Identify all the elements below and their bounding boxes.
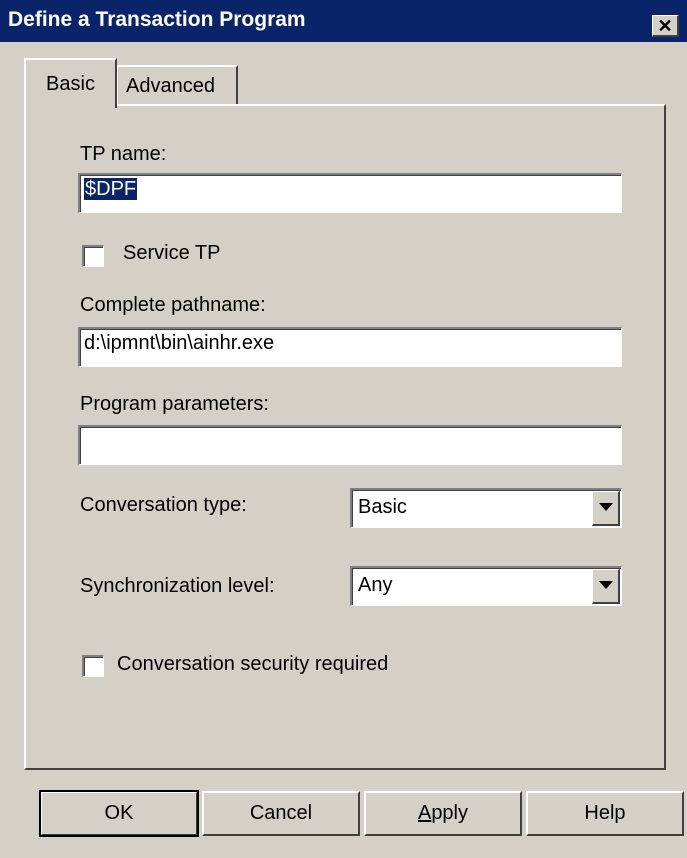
cancel-button[interactable]: Cancel xyxy=(202,791,360,836)
pathname-label: Complete pathname: xyxy=(80,294,266,316)
apply-button[interactable]: Apply xyxy=(364,791,522,836)
conversation-type-value: Basic xyxy=(358,496,407,518)
help-button[interactable]: Help xyxy=(526,791,684,836)
sync-level-select[interactable]: Any xyxy=(350,566,622,606)
service-tp-label[interactable]: Service TP xyxy=(123,242,220,265)
sync-level-value: Any xyxy=(358,574,393,596)
chevron-down-icon xyxy=(599,503,613,511)
conversation-type-label: Conversation type: xyxy=(80,494,247,516)
ok-button-label: OK xyxy=(104,802,134,824)
cancel-button-label: Cancel xyxy=(249,802,313,824)
sync-level-label: Synchronization level: xyxy=(80,575,275,597)
parameters-input[interactable] xyxy=(78,425,622,465)
parameters-label: Program parameters: xyxy=(80,393,269,415)
tab-basic-label: Basic xyxy=(46,72,95,95)
pathname-value: d:\ipmnt\bin\ainhr.exe xyxy=(84,332,275,354)
conversation-type-dropdown-button[interactable] xyxy=(592,491,620,526)
tab-advanced-label: Advanced xyxy=(126,75,215,97)
close-icon: ✕ xyxy=(657,15,673,36)
tp-name-label: TP name: xyxy=(80,143,167,165)
chevron-down-icon xyxy=(599,581,613,589)
tab-basic[interactable]: Basic xyxy=(24,58,117,108)
pathname-input[interactable]: d:\ipmnt\bin\ainhr.exe xyxy=(78,327,622,367)
tp-name-value: $DPF xyxy=(84,178,138,200)
apply-button-label: Apply xyxy=(417,802,469,824)
close-button[interactable]: ✕ xyxy=(652,15,679,37)
window-title: Define a Transaction Program xyxy=(8,8,306,31)
help-button-label: Help xyxy=(584,802,626,824)
title-bar: Define a Transaction Program ✕ xyxy=(0,0,687,44)
security-checkbox[interactable] xyxy=(82,655,104,677)
ok-button[interactable]: OK xyxy=(39,790,199,837)
sync-level-dropdown-button[interactable] xyxy=(592,569,620,604)
service-tp-checkbox[interactable] xyxy=(82,245,104,267)
conversation-type-select[interactable]: Basic xyxy=(350,488,622,528)
security-label[interactable]: Conversation security required xyxy=(117,653,388,676)
tab-advanced[interactable]: Advanced xyxy=(117,65,238,106)
tp-name-input[interactable]: $DPF xyxy=(78,173,622,213)
